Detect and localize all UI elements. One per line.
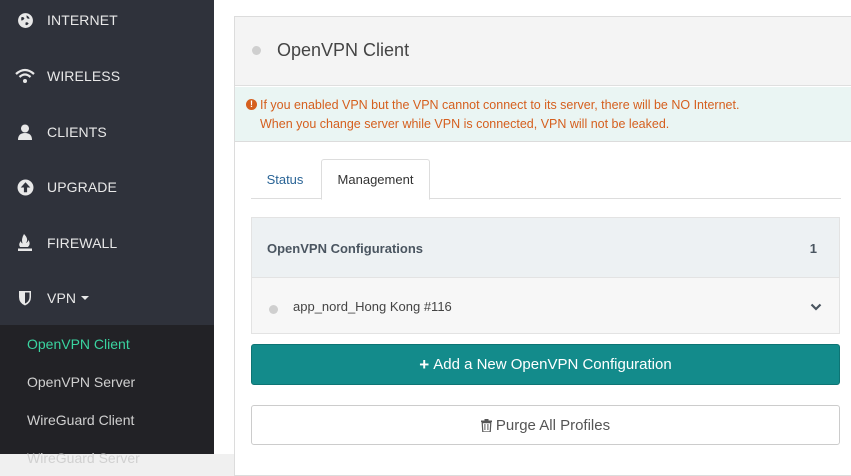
alert-line-2: When you change server while VPN is conn… [260,117,670,131]
sidebar-item-wireless[interactable]: WIRELESS [0,48,214,104]
sidebar-item-label: UPGRADE [47,179,117,195]
submenu-item-wireguard-client[interactable]: WireGuard Client [27,412,134,428]
submenu-item-openvpn-server[interactable]: OpenVPN Server [27,374,135,390]
main-content: OpenVPN Client ! If you enabled VPN but … [214,0,851,476]
submenu-item-wireguard-server[interactable]: WireGuard Server [27,450,140,466]
page-title: OpenVPN Client [277,40,410,60]
sidebar-item-label: CLIENTS [47,124,107,140]
status-dot-icon [252,46,261,55]
exclamation-icon: ! [246,99,257,110]
add-configuration-button[interactable]: + Add a New OpenVPN Configuration [251,344,840,385]
sidebar-item-label: FIREWALL [47,235,118,251]
warning-alert: ! If you enabled VPN but the VPN cannot … [235,87,851,142]
alert-line-1: If you enabled VPN but the VPN cannot co… [260,98,740,112]
sidebar-item-label: INTERNET [47,12,118,28]
tab-status[interactable]: Status [251,159,319,199]
configurations-count: 1 [809,241,817,256]
vpn-submenu: OpenVPN Client OpenVPN Server WireGuard … [0,325,214,466]
sidebar-item-label: VPN [47,290,90,306]
sidebar-item-label: WIRELESS [47,68,121,84]
tab-management[interactable]: Management [321,159,430,200]
globe-icon [14,9,36,31]
status-dot-icon [269,305,278,314]
sidebar: INTERNET WIRELESS CLIENTS UPGRADE FIREWA… [0,0,214,466]
sidebar-item-firewall[interactable]: FIREWALL [0,215,214,271]
vpn-label: VPN [47,290,77,306]
trash-icon [480,418,492,432]
submenu-item-openvpn-client[interactable]: OpenVPN Client [27,336,130,352]
sidebar-item-upgrade[interactable]: UPGRADE [0,159,214,215]
add-button-label: Add a New OpenVPN Configuration [433,356,672,373]
chevron-down-icon[interactable] [810,299,822,317]
user-icon [14,121,36,143]
wifi-icon [14,65,36,87]
list-item[interactable]: app_nord_Hong Kong #116 [251,278,840,334]
fire-icon [14,232,36,254]
sidebar-item-vpn[interactable]: VPN [0,270,214,326]
chevron-down-icon [81,296,90,301]
plus-icon: + [419,354,430,374]
upload-icon [14,176,36,198]
configurations-title: OpenVPN Configurations [267,241,423,256]
tab-bar: Status Management [251,159,841,200]
purge-profiles-button[interactable]: Purge All Profiles [251,405,840,445]
sidebar-item-clients[interactable]: CLIENTS [0,104,214,160]
panel-header: OpenVPN Client [235,17,851,86]
shield-icon [14,287,36,309]
purge-button-label: Purge All Profiles [495,416,611,434]
configurations-header: OpenVPN Configurations 1 [251,217,840,278]
openvpn-client-panel: OpenVPN Client ! If you enabled VPN but … [234,16,851,476]
configuration-name: app_nord_Hong Kong #116 [293,299,452,314]
sidebar-item-internet[interactable]: INTERNET [0,0,214,48]
